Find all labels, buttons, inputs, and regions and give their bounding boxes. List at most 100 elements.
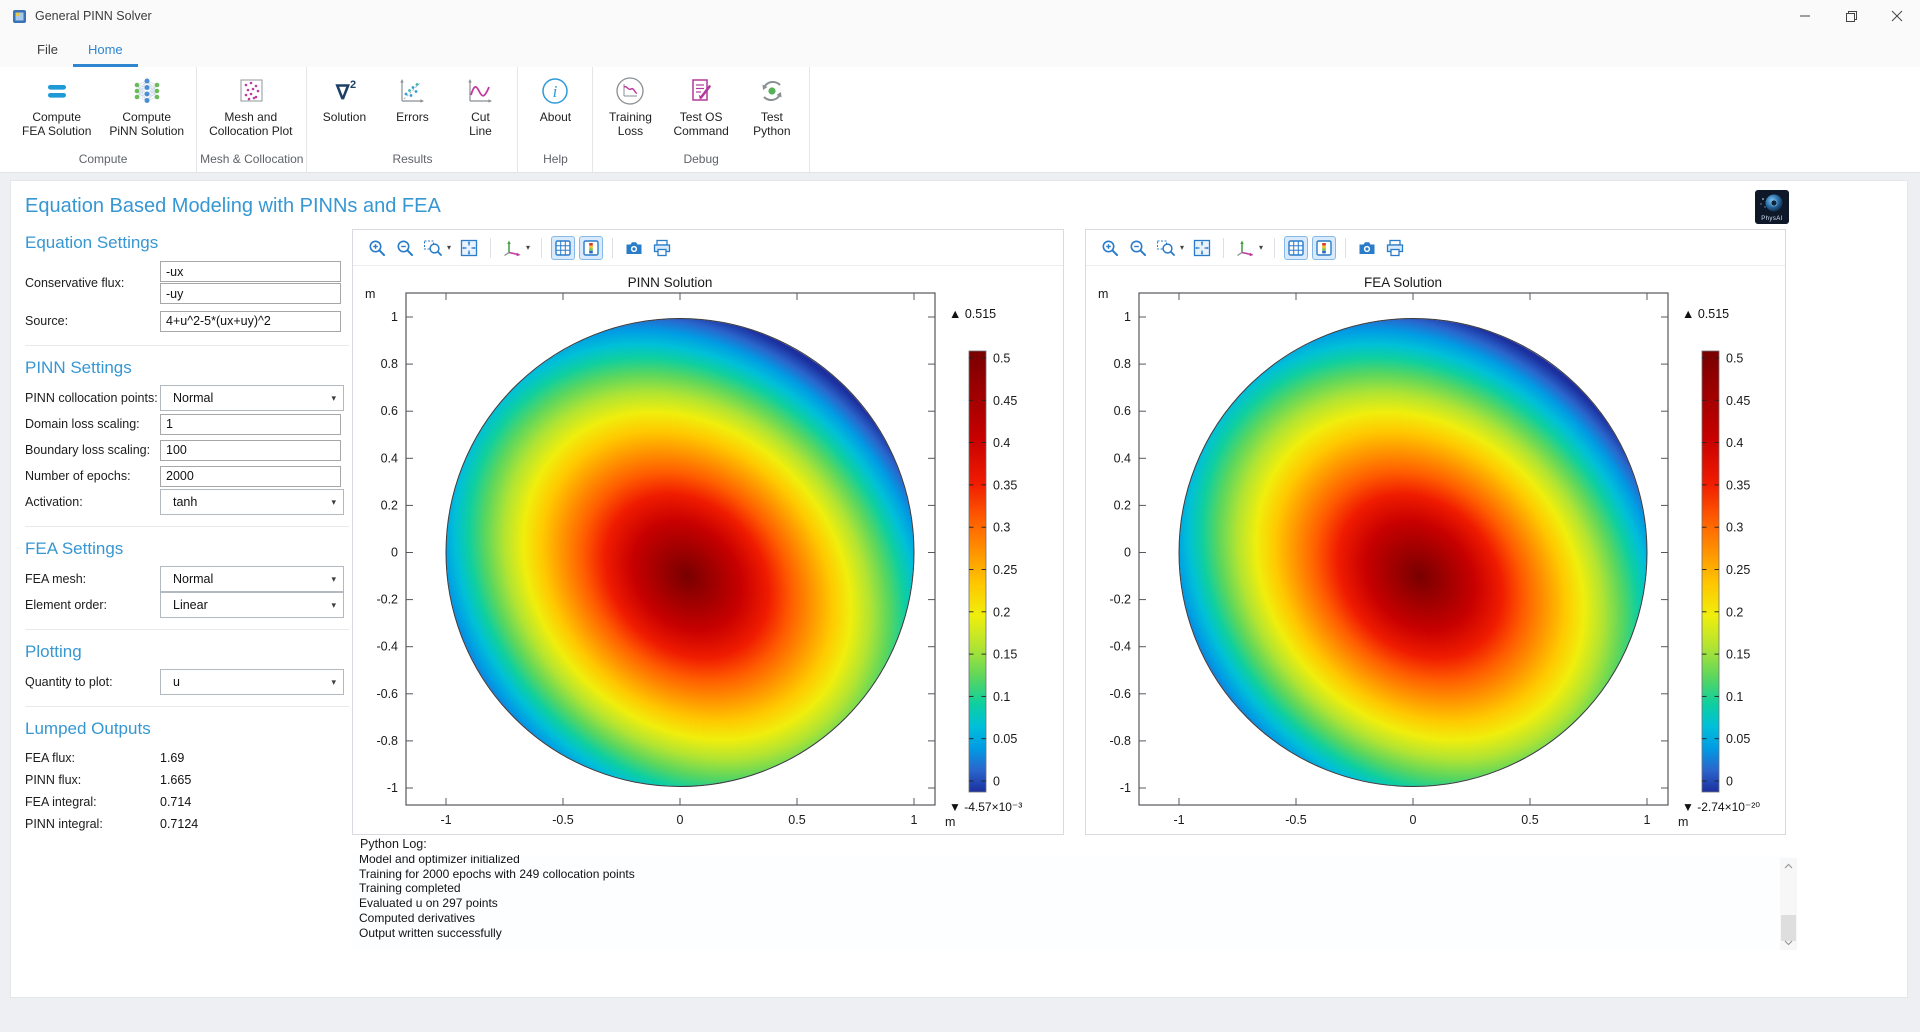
log-line: Training for 2000 epochs with 249 colloc… xyxy=(359,867,1771,882)
ribbon-button-label: Cut Line xyxy=(469,110,492,138)
quantity-to-plot-label: Quantity to plot: xyxy=(25,675,160,689)
scroll-up-icon[interactable] xyxy=(1780,858,1797,873)
tab-file[interactable]: File xyxy=(22,32,73,67)
flux-x-input[interactable] xyxy=(160,261,341,282)
fea-mesh-select[interactable]: Normal▾ xyxy=(160,566,344,592)
ribbon: Compute FEA SolutionCompute PiNN Solutio… xyxy=(0,67,1920,173)
section-divider xyxy=(25,345,349,346)
fea-mesh-label: FEA mesh: xyxy=(25,572,160,586)
svg-text:0.5: 0.5 xyxy=(1726,352,1743,366)
zoom-out-icon[interactable] xyxy=(1126,236,1150,260)
colorbar-toggle-icon[interactable] xyxy=(1312,236,1336,260)
zoom-box-icon[interactable] xyxy=(1154,236,1178,260)
svg-text:-0.2: -0.2 xyxy=(1109,593,1131,607)
svg-text:1: 1 xyxy=(391,310,398,324)
fea-settings-section: FEA Settings FEA mesh:Normal▾Element ord… xyxy=(25,539,349,617)
ribbon-button-compute-fea-solution[interactable]: Compute FEA Solution xyxy=(13,74,100,138)
python-refresh-icon xyxy=(755,74,789,108)
close-button[interactable] xyxy=(1874,0,1920,32)
fea-flux-value: 1.69 xyxy=(160,751,184,765)
svg-text:0.8: 0.8 xyxy=(1114,357,1131,371)
pinn-integral-label: PINN integral: xyxy=(25,817,160,831)
colorbar xyxy=(969,351,986,792)
svg-text:0.35: 0.35 xyxy=(1726,478,1750,492)
ribbon-button-cut-line[interactable]: Cut Line xyxy=(446,74,514,138)
pinn-flux-value: 1.665 xyxy=(160,773,191,787)
lumped-outputs-heading: Lumped Outputs xyxy=(25,719,349,739)
pinn-collocation-points-select[interactable]: Normal▾ xyxy=(160,385,344,411)
plot-toolbar: ▾▾ xyxy=(1086,230,1785,266)
ribbon-button-label: About xyxy=(540,110,571,124)
snapshot-camera-icon[interactable] xyxy=(622,236,646,260)
axes-orientation-icon[interactable] xyxy=(500,236,524,260)
svg-text:0.4: 0.4 xyxy=(1726,436,1743,450)
svg-text:0.2: 0.2 xyxy=(993,605,1010,619)
svg-text:0.5: 0.5 xyxy=(1521,813,1538,827)
number-of-epochs-input[interactable] xyxy=(160,466,341,487)
ribbon-button-training-loss[interactable]: Training Loss xyxy=(596,74,664,138)
domain-loss-scaling-input[interactable] xyxy=(160,414,341,435)
tab-home[interactable]: Home xyxy=(73,32,138,67)
output-row-pinn-flux: PINN flux:1.665 xyxy=(25,769,349,791)
fit-extents-icon[interactable] xyxy=(1190,236,1214,260)
ribbon-button-solution[interactable]: ∇2Solution xyxy=(310,74,378,124)
ribbon-button-about[interactable]: iAbout xyxy=(521,74,589,124)
domain-loss-scaling-label: Domain loss scaling: xyxy=(25,417,160,431)
print-icon[interactable] xyxy=(650,236,674,260)
quantity-to-plot-select[interactable]: u▾ xyxy=(160,669,344,695)
fea-integral-value: 0.714 xyxy=(160,795,191,809)
grid-toggle-icon[interactable] xyxy=(1284,236,1308,260)
scroll-down-icon[interactable] xyxy=(1780,935,1797,950)
setting-row-pinn-collocation-points: PINN collocation points:Normal▾ xyxy=(25,386,349,410)
svg-text:0.1: 0.1 xyxy=(993,690,1010,704)
ribbon-button-label: Solution xyxy=(323,110,366,124)
setting-row-domain-loss-scaling: Domain loss scaling: xyxy=(25,412,349,436)
boundary-loss-scaling-input[interactable] xyxy=(160,440,341,461)
y-axis-unit: m xyxy=(365,287,375,301)
svg-text:-0.6: -0.6 xyxy=(376,687,398,701)
log-line: Output written successfully xyxy=(359,926,1771,941)
activation-select[interactable]: tanh▾ xyxy=(160,489,344,515)
minimize-button[interactable] xyxy=(1782,0,1828,32)
number-of-epochs-label: Number of epochs: xyxy=(25,469,160,483)
ribbon-button-mesh-and-collocation-plot[interactable]: Mesh and Collocation Plot xyxy=(200,74,301,138)
snapshot-camera-icon[interactable] xyxy=(1355,236,1379,260)
ribbon-button-test-python[interactable]: Test Python xyxy=(738,74,806,138)
ribbon-button-label: Mesh and Collocation Plot xyxy=(209,110,292,138)
physai-logo: PhysAI xyxy=(1755,190,1789,224)
setting-row-activation: Activation:tanh▾ xyxy=(25,490,349,514)
colorbar xyxy=(1702,351,1719,792)
svg-text:-0.4: -0.4 xyxy=(376,640,398,654)
titlebar: General PINN Solver xyxy=(0,0,1920,32)
ribbon-button-compute-pinn-solution[interactable]: Compute PiNN Solution xyxy=(100,74,193,138)
colorbar-toggle-icon[interactable] xyxy=(579,236,603,260)
flux-y-input[interactable] xyxy=(160,283,341,304)
boundary-loss-scaling-label: Boundary loss scaling: xyxy=(25,443,160,457)
plot-canvas-fea-solution[interactable]: FEA Solution-1-0.500.5110.80.60.40.20-0.… xyxy=(1086,230,1786,835)
restore-button[interactable] xyxy=(1828,0,1874,32)
python-log-label: Python Log: xyxy=(360,837,427,851)
zoom-in-icon[interactable] xyxy=(1098,236,1122,260)
solution-heatmap xyxy=(1086,230,1786,835)
log-scrollbar[interactable] xyxy=(1780,858,1797,950)
ribbon-button-test-os-command[interactable]: Test OS Command xyxy=(664,74,737,138)
grid-toggle-icon[interactable] xyxy=(551,236,575,260)
zoom-box-icon[interactable] xyxy=(421,236,445,260)
ribbon-button-errors[interactable]: Errors xyxy=(378,74,446,124)
svg-text:-0.8: -0.8 xyxy=(376,734,398,748)
zoom-out-icon[interactable] xyxy=(393,236,417,260)
colorbar-min-label: ▼ -4.57×10⁻³ xyxy=(949,800,1022,814)
selected-value: tanh xyxy=(173,495,197,509)
selected-value: Normal xyxy=(173,572,213,586)
zoom-in-icon[interactable] xyxy=(365,236,389,260)
fit-extents-icon[interactable] xyxy=(457,236,481,260)
chevron-down-icon: ▾ xyxy=(331,393,336,404)
svg-text:-0.5: -0.5 xyxy=(1285,813,1307,827)
print-icon[interactable] xyxy=(1383,236,1407,260)
ribbon-button-label: Training Loss xyxy=(609,110,652,138)
axes-orientation-icon[interactable] xyxy=(1233,236,1257,260)
source-input[interactable] xyxy=(160,311,341,332)
plot-canvas-pinn-solution[interactable]: PINN Solution-1-0.500.5110.80.60.40.20-0… xyxy=(353,230,1064,835)
element-order-select[interactable]: Linear▾ xyxy=(160,592,344,618)
toolbar-separator xyxy=(1345,238,1346,258)
